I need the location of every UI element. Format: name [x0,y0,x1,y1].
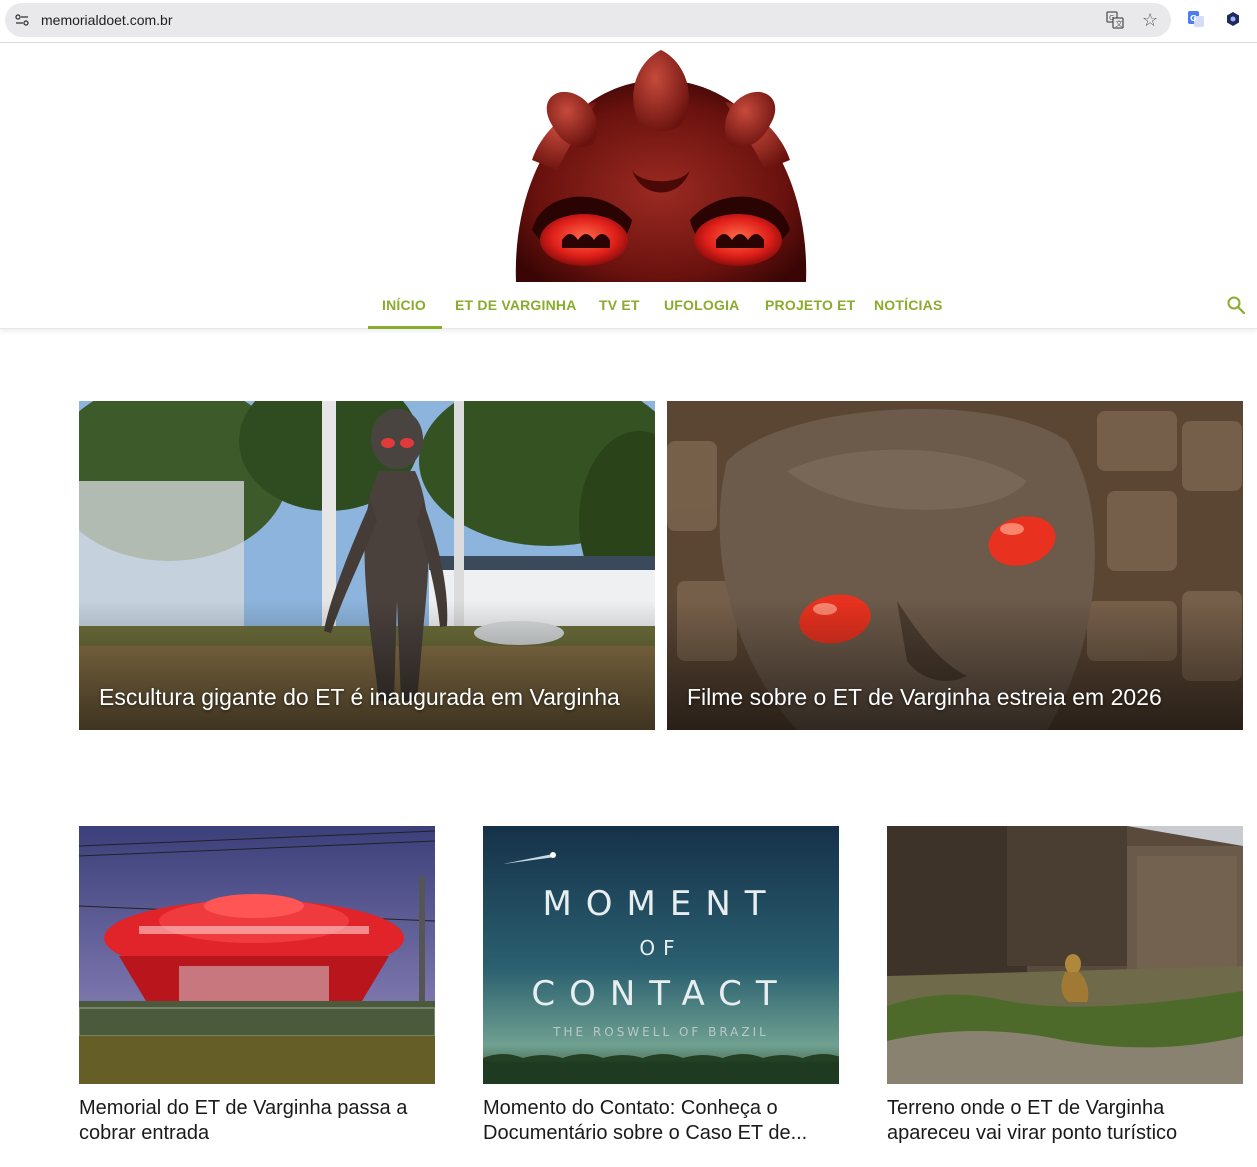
google-translate-extension-icon[interactable]: G [1187,10,1205,28]
article-title[interactable]: Momento do Contato: Conheça o Documentár… [483,1096,839,1146]
main-navigation: INÍCIO ET DE VARGINHA TV ET UFOLOGIA PRO… [0,283,1257,329]
article-image-terrain [887,826,1243,1084]
site-info-icon[interactable] [14,12,30,28]
poster-title-line: MOMENT [542,884,780,924]
article-image-memorial [79,826,435,1084]
nav-item-projeto-et[interactable]: PROJETO ET [765,297,855,313]
bookmark-star-icon[interactable]: ☆ [1142,9,1158,31]
nav-item-et-de-varginha[interactable]: ET DE VARGINHA [455,297,577,313]
translate-icon[interactable]: G 文 [1106,11,1124,29]
featured-article-card[interactable]: Escultura gigante do ET é inaugurada em … [79,401,655,730]
featured-article-title[interactable]: Escultura gigante do ET é inaugurada em … [99,684,620,711]
address-bar[interactable]: memorialdoet.com.br G 文 ☆ [5,3,1171,37]
url-text[interactable]: memorialdoet.com.br [41,12,173,28]
article-card[interactable]: Terreno onde o ET de Varginha apareceu v… [887,826,1243,1146]
nav-item-noticias[interactable]: NOTÍCIAS [874,297,943,313]
article-card[interactable]: MOMENT OF CONTACT THE ROSWELL OF BRAZIL … [483,826,839,1146]
svg-text:G: G [1109,14,1114,22]
search-icon[interactable] [1226,295,1246,315]
svg-text:G: G [1190,14,1197,23]
article-card[interactable]: Memorial do ET de Varginha passa a cobra… [79,826,435,1146]
featured-article-title[interactable]: Filme sobre o ET de Varginha estreia em … [687,684,1162,711]
poster-title-line: OF [639,936,683,960]
active-nav-indicator [368,326,442,329]
extension-hexagon-icon[interactable] [1225,11,1241,27]
article-image-documentary-poster: MOMENT OF CONTACT THE ROSWELL OF BRAZIL [483,826,839,1084]
nav-item-tv-et[interactable]: TV ET [599,297,640,313]
article-title[interactable]: Terreno onde o ET de Varginha apareceu v… [887,1096,1243,1146]
nav-item-inicio[interactable]: INÍCIO [382,297,426,313]
site-logo[interactable] [512,50,810,282]
featured-article-card[interactable]: Filme sobre o ET de Varginha estreia em … [667,401,1243,730]
poster-subtitle: THE ROSWELL OF BRAZIL [553,1025,769,1039]
browser-toolbar: memorialdoet.com.br G 文 ☆ G [0,0,1257,43]
nav-item-ufologia[interactable]: UFOLOGIA [664,297,739,313]
article-title[interactable]: Memorial do ET de Varginha passa a cobra… [79,1096,435,1146]
poster-title-line: CONTACT [531,974,791,1014]
svg-text:文: 文 [1116,19,1123,28]
